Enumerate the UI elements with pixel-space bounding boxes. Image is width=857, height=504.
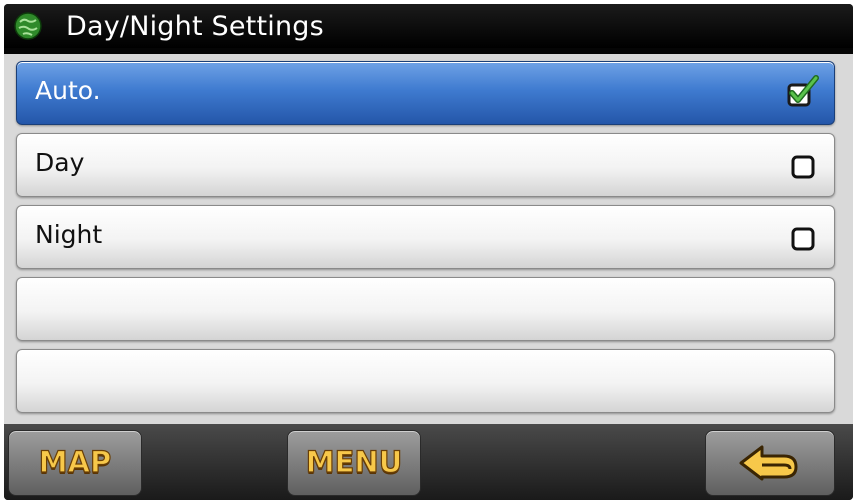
map-button[interactable]: MAP (8, 430, 142, 496)
option-night[interactable]: Night (16, 205, 835, 269)
option-auto[interactable]: Auto. (16, 61, 835, 125)
device-screen: Day/Night Settings Auto. Day Night MAP M… (4, 4, 853, 500)
option-empty-2 (16, 349, 835, 413)
option-label: Night (35, 220, 103, 249)
bottom-bar: MAP MENU (4, 424, 853, 500)
map-button-label: MAP (38, 444, 112, 479)
page-title: Day/Night Settings (66, 11, 324, 42)
menu-button-label: MENU (305, 444, 403, 479)
menu-button[interactable]: MENU (287, 430, 421, 496)
option-label: Auto. (35, 76, 101, 105)
checked-checkbox-icon[interactable] (786, 74, 820, 108)
option-label: Day (35, 148, 85, 177)
globe-icon (14, 12, 42, 40)
back-arrow-icon (739, 445, 798, 481)
options-list: Auto. Day Night (4, 54, 853, 424)
unchecked-checkbox-icon[interactable] (790, 226, 816, 252)
back-button[interactable] (705, 430, 835, 496)
option-empty-1 (16, 277, 835, 341)
title-bar: Day/Night Settings (4, 4, 853, 48)
unchecked-checkbox-icon[interactable] (790, 154, 816, 180)
option-day[interactable]: Day (16, 133, 835, 197)
